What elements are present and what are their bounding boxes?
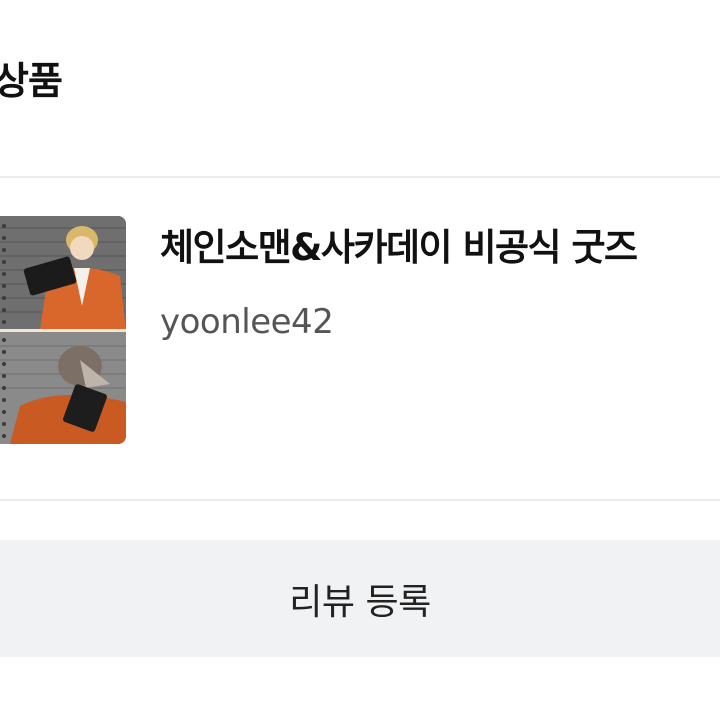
product-card[interactable]: 체인소맨&사카데이 비공식 굿즈 yoonlee42 [0,178,720,499]
review-register-button[interactable]: 리뷰 등록 [0,540,720,657]
page: 상품 체인소맨&사카데이 비공식 굿즈 yoonlee42 리뷰 등록 [0,0,720,720]
product-title[interactable]: 체인소맨&사카데이 비공식 굿즈 [160,226,638,270]
seller-name[interactable]: yoonlee42 [160,302,334,343]
section-title: 상품 [0,59,63,103]
product-image [0,216,126,444]
product-thumbnail[interactable] [0,216,126,444]
divider [0,499,720,501]
